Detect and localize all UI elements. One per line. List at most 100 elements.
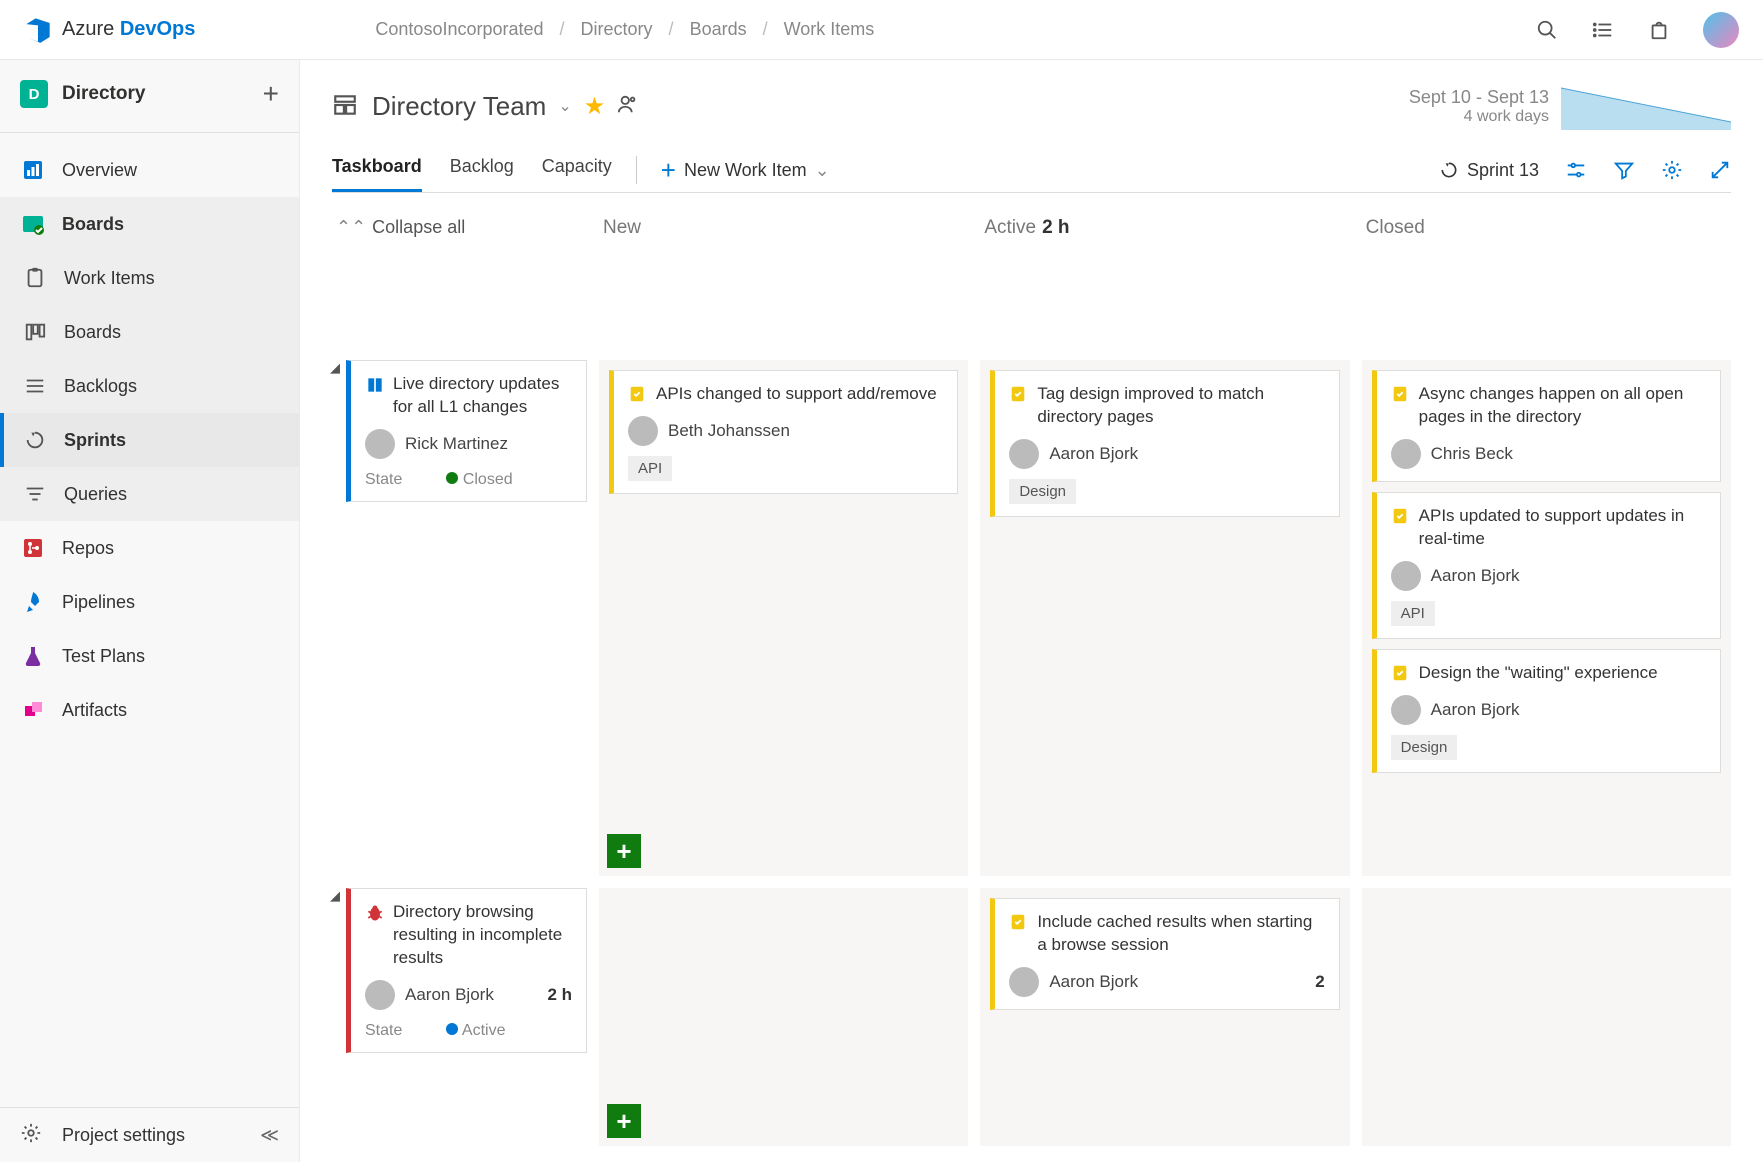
brand-azure: Azure: [62, 18, 114, 40]
nav-label: Sprints: [64, 430, 126, 451]
bug-icon: [365, 903, 385, 923]
avatar: [1009, 967, 1039, 997]
page-title: Directory Team: [372, 91, 546, 122]
tab-taskboard[interactable]: Taskboard: [332, 148, 422, 192]
hours-badge: 2 h: [547, 985, 572, 1005]
nav-backlogs[interactable]: Backlogs: [0, 359, 299, 413]
parent-card[interactable]: Directory browsing resulting in incomple…: [346, 888, 587, 1053]
breadcrumb: ContosoIncorporated / Directory / Boards…: [375, 19, 1535, 40]
collapse-all-button[interactable]: ⌃⌃ Collapse all: [336, 217, 583, 238]
tab-capacity[interactable]: Capacity: [542, 148, 612, 192]
nav-repos[interactable]: Repos: [0, 521, 299, 575]
nav-label: Overview: [62, 160, 137, 181]
project-header[interactable]: D Directory +: [0, 60, 299, 128]
add-task-button[interactable]: +: [607, 1104, 641, 1138]
task-card[interactable]: APIs changed to support add/remove Beth …: [609, 370, 958, 494]
sprint-selector[interactable]: Sprint 13: [1439, 160, 1539, 181]
azure-devops-logo[interactable]: Azure DevOps: [24, 16, 195, 44]
breadcrumb-page[interactable]: Work Items: [784, 19, 875, 40]
parent-card[interactable]: Live directory updates for all L1 change…: [346, 360, 587, 502]
user-avatar[interactable]: [1703, 12, 1739, 48]
team-icon: [332, 92, 360, 120]
cell-new[interactable]: APIs changed to support add/remove Beth …: [599, 360, 968, 876]
star-icon[interactable]: ★: [584, 92, 606, 121]
cell-active[interactable]: Tag design improved to match directory p…: [980, 360, 1349, 876]
breadcrumb-org[interactable]: ContosoIncorporated: [375, 19, 543, 40]
book-icon: [365, 375, 385, 395]
backlog-icon: [22, 373, 48, 399]
shopping-bag-icon[interactable]: [1647, 18, 1671, 42]
gear-icon[interactable]: [20, 1122, 46, 1148]
clipboard-check-icon: [1391, 664, 1411, 684]
cell-closed[interactable]: Async changes happen on all open pages i…: [1362, 360, 1731, 876]
assignee-name: Rick Martinez: [405, 434, 508, 454]
task-card[interactable]: Async changes happen on all open pages i…: [1372, 370, 1721, 482]
nav-work-items[interactable]: Work Items: [0, 251, 299, 305]
filter-icon[interactable]: [1613, 159, 1635, 181]
settings-sliders-icon[interactable]: [1565, 159, 1587, 181]
search-icon[interactable]: [1535, 18, 1559, 42]
assignee-name: Aaron Bjork: [1049, 444, 1138, 464]
breadcrumb-area[interactable]: Boards: [690, 19, 747, 40]
clipboard-check-icon: [628, 385, 648, 405]
people-icon[interactable]: [617, 93, 639, 120]
fullscreen-icon[interactable]: [1709, 159, 1731, 181]
clipboard-check-icon: [1391, 385, 1411, 405]
collapse-sidebar-icon[interactable]: ≪: [260, 1125, 279, 1146]
cell-active[interactable]: Include cached results when starting a b…: [980, 888, 1349, 1146]
package-icon: [20, 697, 46, 723]
cell-new[interactable]: +: [599, 888, 968, 1146]
gear-icon[interactable]: [1661, 159, 1683, 181]
add-project-icon[interactable]: +: [263, 78, 279, 110]
list-icon[interactable]: [1591, 18, 1615, 42]
nav-label: Pipelines: [62, 592, 135, 613]
nav-label: Work Items: [64, 268, 155, 289]
kanban-icon: [22, 319, 48, 345]
task-card[interactable]: Include cached results when starting a b…: [990, 898, 1339, 1010]
nav-label: Queries: [64, 484, 127, 505]
column-active-header: Active2 h: [980, 209, 1349, 348]
tag: Design: [1009, 479, 1076, 504]
query-icon: [22, 481, 48, 507]
burndown-chart[interactable]: [1561, 82, 1731, 130]
new-work-item-button[interactable]: + New Work Item ⌄: [661, 155, 830, 186]
nav-pipelines[interactable]: Pipelines: [0, 575, 299, 629]
nav-boards-sub[interactable]: Boards: [0, 305, 299, 359]
nav-test-plans[interactable]: Test Plans: [0, 629, 299, 683]
task-card[interactable]: Design the "waiting" experience Aaron Bj…: [1372, 649, 1721, 773]
nav-sprints[interactable]: Sprints: [0, 413, 299, 467]
assignee-name: Aaron Bjork: [405, 985, 494, 1005]
task-card[interactable]: APIs updated to support updates in real-…: [1372, 492, 1721, 639]
caret-collapse-icon[interactable]: ◢: [330, 888, 340, 904]
caret-collapse-icon[interactable]: ◢: [330, 360, 340, 376]
clipboard-icon: [22, 265, 48, 291]
repos-icon: [20, 535, 46, 561]
avatar: [365, 429, 395, 459]
avatar: [628, 416, 658, 446]
clipboard-check-icon: [1009, 385, 1029, 405]
task-card[interactable]: Tag design improved to match directory p…: [990, 370, 1339, 517]
nav-label: Artifacts: [62, 700, 127, 721]
column-new-header: New: [599, 209, 968, 348]
project-settings-label[interactable]: Project settings: [62, 1125, 185, 1146]
nav-queries[interactable]: Queries: [0, 467, 299, 521]
project-name: Directory: [62, 83, 249, 105]
double-chevron-up-icon: ⌃⌃: [336, 217, 366, 238]
project-badge: D: [20, 80, 48, 108]
add-task-button[interactable]: +: [607, 834, 641, 868]
plus-icon: +: [661, 155, 676, 186]
assignee-name: Aaron Bjork: [1431, 700, 1520, 720]
breadcrumb-project[interactable]: Directory: [581, 19, 653, 40]
assignee-name: Beth Johanssen: [668, 421, 790, 441]
sprint-icon: [22, 427, 48, 453]
nav-artifacts[interactable]: Artifacts: [0, 683, 299, 737]
nav-boards[interactable]: Boards: [0, 197, 299, 251]
count-badge: 2: [1315, 972, 1324, 992]
nav-overview[interactable]: Overview: [0, 143, 299, 197]
clipboard-check-icon: [1009, 913, 1029, 933]
chevron-down-icon[interactable]: ⌄: [558, 96, 571, 116]
tab-backlog[interactable]: Backlog: [450, 148, 514, 192]
avatar: [1009, 439, 1039, 469]
brand-devops: DevOps: [120, 18, 196, 40]
cell-closed[interactable]: [1362, 888, 1731, 1146]
